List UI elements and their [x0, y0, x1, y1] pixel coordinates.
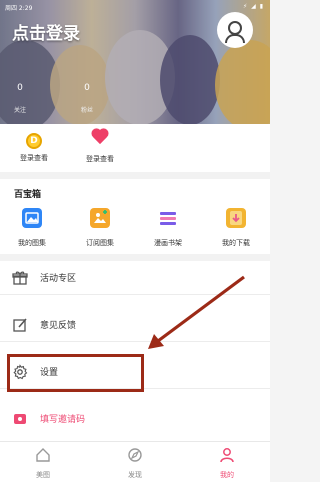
invite-icon: [12, 411, 28, 427]
section-divider: [0, 172, 270, 179]
feedback-label: 意见反馈: [40, 321, 77, 331]
toolbox-title: 百宝箱: [14, 190, 42, 200]
home-icon: [35, 447, 51, 463]
discover-icon: [127, 447, 143, 463]
tab-home[interactable]: 美图: [13, 447, 73, 480]
coins-quick-action[interactable]: D 登录查看: [4, 128, 64, 163]
tab-profile-label: 我的: [220, 471, 234, 479]
tool-bookshelf[interactable]: 漫画书架: [140, 208, 196, 248]
activities-label: 活动专区: [40, 274, 77, 284]
profile-banner: 周四 2:29 ⚡ ◢ ▮ 点击登录 0 关注 0 粉丝: [0, 0, 270, 124]
user-icon: [228, 21, 242, 35]
coins-label: 登录查看: [20, 154, 48, 162]
follow-label: 关注: [13, 107, 26, 114]
invite-label: 填写邀请码: [40, 415, 86, 425]
tab-home-label: 美图: [36, 471, 50, 479]
my-gallery-icon: [22, 208, 42, 228]
profile-icon: [219, 447, 235, 463]
tool-subscribe-gallery[interactable]: 订阅图集: [72, 208, 128, 248]
login-title[interactable]: 点击登录: [12, 19, 80, 44]
my-gallery-label: 我的图集: [18, 239, 46, 247]
fans-count: 0: [84, 83, 90, 93]
bookshelf-label: 漫画书架: [154, 239, 182, 247]
avatar[interactable]: [217, 12, 253, 48]
follow-stat[interactable]: 0 关注: [5, 83, 35, 114]
tab-profile[interactable]: 我的: [197, 447, 257, 480]
settings-highlight-box: [7, 354, 144, 392]
bookshelf-icon: [158, 208, 178, 228]
likes-label: 登录查看: [86, 155, 114, 163]
menu-item-feedback[interactable]: 意见反馈: [0, 308, 270, 342]
status-time: 周四 2:29: [5, 5, 33, 12]
bottom-tab-bar: 美图 发现 我的: [0, 441, 270, 482]
menu-item-activities[interactable]: 活动专区: [0, 261, 270, 295]
tab-discover-label: 发现: [128, 471, 142, 479]
section-divider: [0, 254, 270, 261]
tool-download[interactable]: 我的下载: [208, 208, 264, 248]
follow-count: 0: [17, 83, 23, 93]
subscribe-gallery-label: 订阅图集: [86, 239, 114, 247]
status-icons: ⚡ ◢ ▮: [243, 3, 264, 10]
likes-quick-action[interactable]: 登录查看: [70, 128, 130, 164]
gift-icon: [12, 270, 28, 286]
fans-stat[interactable]: 0 粉丝: [72, 83, 102, 114]
tab-discover[interactable]: 发现: [105, 447, 165, 480]
download-icon: [226, 208, 246, 228]
subscribe-gallery-icon: [90, 208, 110, 228]
feedback-icon: [12, 317, 28, 333]
download-label: 我的下载: [222, 239, 250, 247]
coin-icon: D: [26, 133, 42, 149]
heart-icon: [90, 128, 110, 146]
tool-my-gallery[interactable]: 我的图集: [4, 208, 60, 248]
menu-item-invite[interactable]: 填写邀请码: [0, 402, 270, 436]
fans-label: 粉丝: [80, 107, 93, 114]
